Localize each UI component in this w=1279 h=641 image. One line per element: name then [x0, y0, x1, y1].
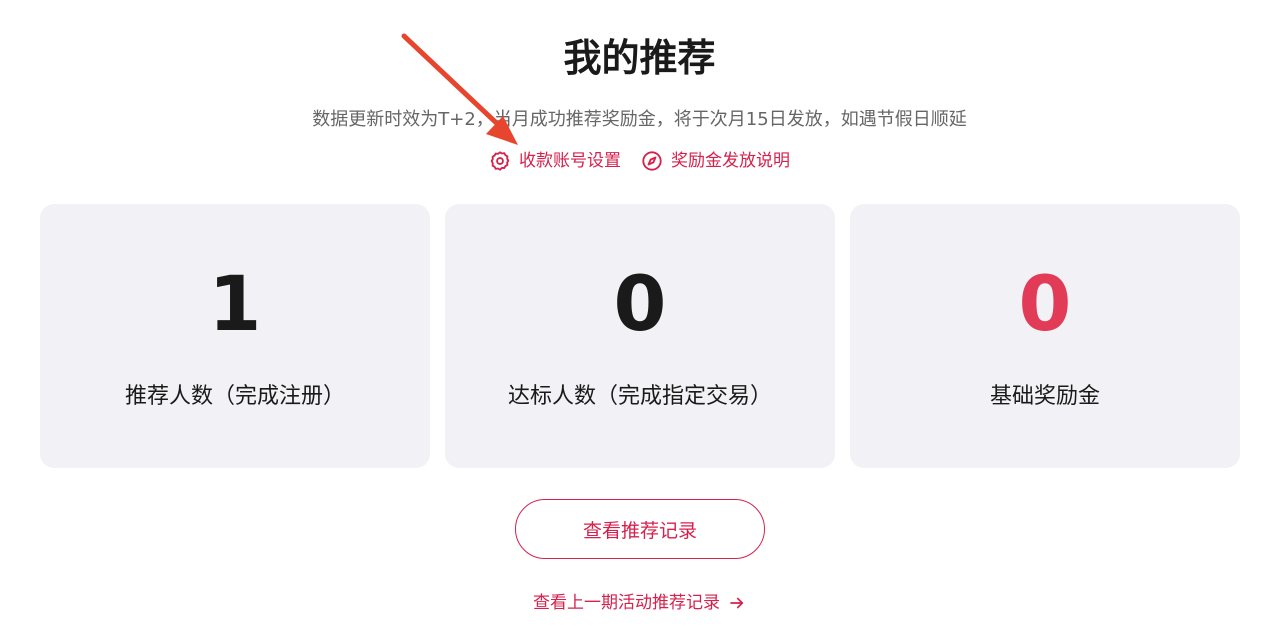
account-settings-label: 收款账号设置	[519, 151, 621, 171]
update-notice: 数据更新时效为T+2，当月成功推荐奖励金，将于次月15日发放，如遇节假日顺延	[312, 109, 967, 130]
stat-card-reward: 0 基础奖励金	[850, 204, 1240, 468]
account-settings-link[interactable]: 收款账号设置	[489, 148, 621, 174]
reward-explanation-label: 奖励金发放说明	[671, 151, 790, 171]
view-previous-records-link[interactable]: 查看上一期活动推荐记录	[0, 590, 1279, 616]
reward-amount: 0	[1018, 259, 1072, 348]
qualified-count: 0	[613, 259, 667, 348]
qualified-label: 达标人数（完成指定交易）	[507, 384, 772, 409]
reward-label: 基础奖励金	[989, 384, 1100, 409]
reward-explanation-link[interactable]: 奖励金发放说明	[641, 148, 790, 174]
arrow-right-icon	[728, 594, 746, 612]
view-records-button[interactable]: 查看推荐记录	[515, 499, 765, 559]
header-links: 收款账号设置 奖励金发放说明	[0, 148, 1279, 174]
referrals-count: 1	[208, 259, 262, 348]
my-referrals-page: 我的推荐 数据更新时效为T+2，当月成功推荐奖励金，将于次月15日发放，如遇节假…	[0, 0, 1279, 641]
stat-card-referrals: 1 推荐人数（完成注册）	[40, 204, 430, 468]
page-title: 我的推荐	[563, 36, 716, 80]
compass-icon	[641, 150, 663, 172]
gear-icon	[489, 150, 511, 172]
stat-card-qualified: 0 达标人数（完成指定交易）	[445, 204, 835, 468]
referrals-label: 推荐人数（完成注册）	[124, 384, 345, 409]
stats-cards: 1 推荐人数（完成注册） 0 达标人数（完成指定交易） 0 基础奖励金	[40, 204, 1240, 468]
view-previous-label: 查看上一期活动推荐记录	[533, 593, 720, 613]
